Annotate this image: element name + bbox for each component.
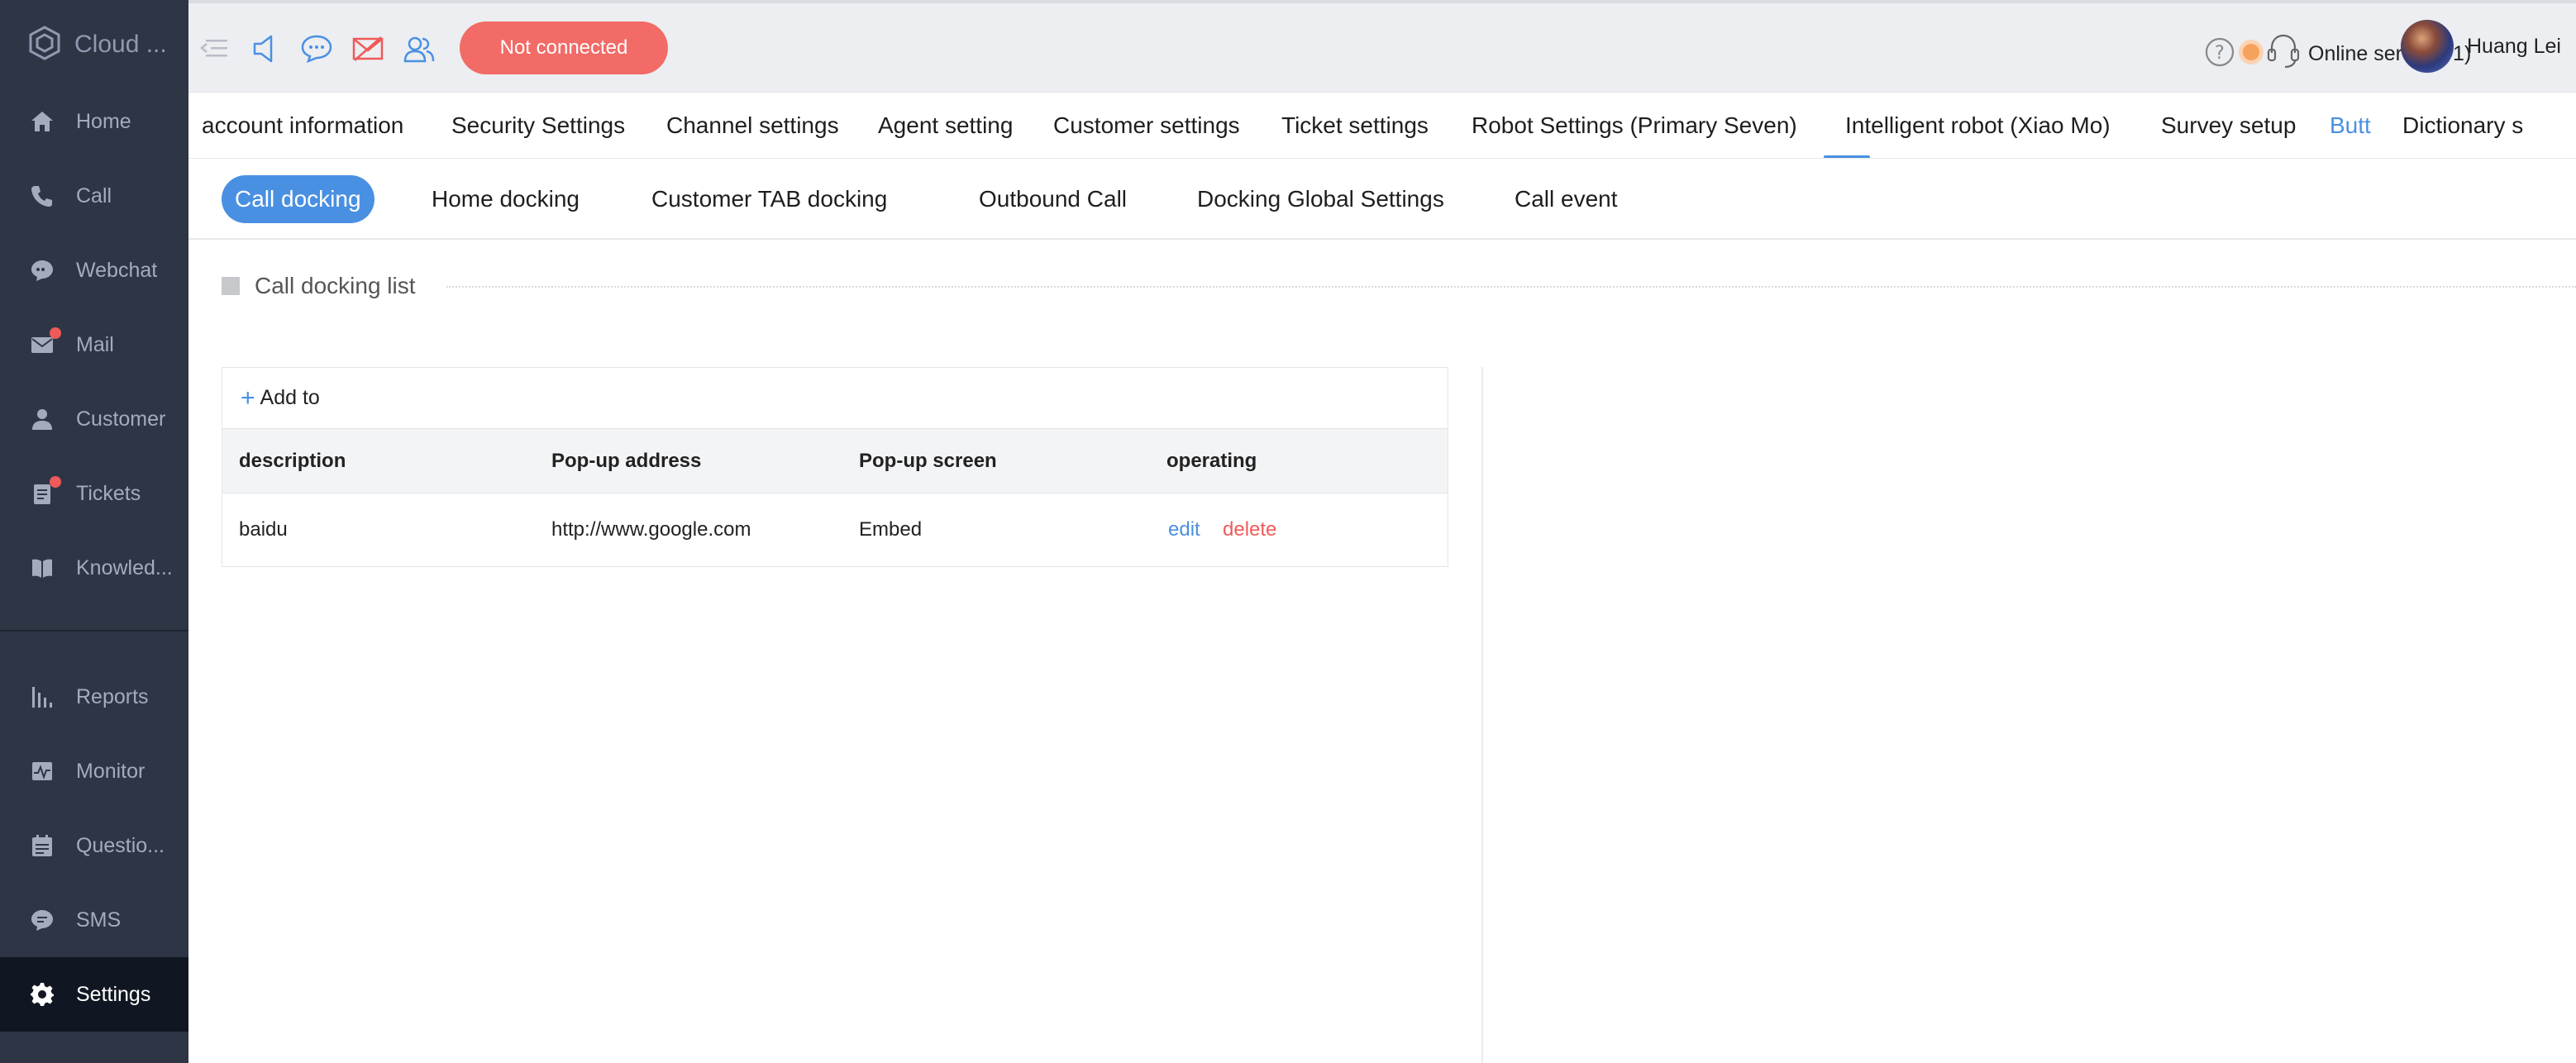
avatar[interactable] — [2401, 20, 2454, 73]
sidebar-item-sms[interactable]: SMS — [0, 883, 188, 957]
tab-dictionary-settings[interactable]: Dictionary s — [2402, 93, 2523, 158]
sidebar-item-label: Home — [76, 109, 131, 133]
edit-link[interactable]: edit — [1168, 518, 1200, 541]
tab-button-docking[interactable]: Butt — [2330, 93, 2371, 158]
gear-icon — [28, 980, 56, 1008]
chat-bubble-icon — [28, 256, 56, 284]
tab-ticket-settings[interactable]: Ticket settings — [1281, 93, 1429, 158]
settings-tabs: account information Security Settings Ch… — [188, 93, 2576, 159]
sidebar-item-label: Questio... — [76, 833, 165, 857]
pulse-icon — [28, 757, 56, 785]
mail-disabled-icon[interactable] — [351, 31, 385, 66]
sidebar-divider — [0, 630, 188, 632]
tab-robot-settings[interactable]: Robot Settings (Primary Seven) — [1472, 93, 1797, 158]
tab-survey-setup[interactable]: Survey setup — [2161, 93, 2296, 158]
tab-agent-setting[interactable]: Agent setting — [878, 93, 1013, 158]
sidebar-item-monitor[interactable]: Monitor — [0, 734, 188, 808]
sidebar-item-label: Tickets — [76, 481, 141, 505]
user-menu[interactable]: Huang Lei — [2401, 20, 2561, 73]
sidebar: Cloud ... Home Call Webchat Mail Custome… — [0, 0, 188, 1063]
notification-dot — [50, 476, 61, 488]
mail-icon — [28, 327, 61, 359]
sidebar-item-reports[interactable]: Reports — [0, 660, 188, 734]
sidebar-item-webchat[interactable]: Webchat — [0, 233, 188, 307]
headset-icon — [2265, 31, 2302, 77]
sidebar-item-knowledge[interactable]: Knowled... — [0, 531, 188, 605]
clipboard-icon — [28, 476, 61, 508]
sidebar-item-label: Mail — [76, 332, 114, 356]
sidebar-item-label: Settings — [76, 982, 151, 1006]
section-marker-icon — [222, 277, 240, 295]
tab-security-settings[interactable]: Security Settings — [451, 93, 625, 158]
sidebar-item-call[interactable]: Call — [0, 159, 188, 233]
sidebar-item-home[interactable]: Home — [0, 84, 188, 159]
chat-icon[interactable] — [299, 31, 334, 66]
tab-account-information[interactable]: account information — [202, 93, 403, 158]
bar-chart-icon — [28, 683, 56, 711]
status-indicator-icon — [2237, 38, 2265, 70]
users-icon[interactable] — [402, 31, 436, 66]
sidebar-item-tickets[interactable]: Tickets — [0, 456, 188, 531]
sidebar-item-label: Reports — [76, 684, 149, 708]
call-docking-table: + Add to description Pop-up address Pop-… — [222, 367, 1448, 567]
cell-popup-address: http://www.google.com — [551, 518, 751, 541]
brand[interactable]: Cloud ... — [0, 0, 188, 89]
subtab-home-docking[interactable]: Home docking — [418, 175, 593, 223]
column-header-popup-screen: Pop-up screen — [859, 449, 997, 472]
speaker-icon[interactable] — [248, 31, 283, 66]
docking-subtabs: Call docking Home docking Customer TAB d… — [188, 159, 2576, 240]
cloud-logo-icon — [28, 25, 61, 64]
user-icon — [28, 405, 56, 433]
brand-name: Cloud ... — [74, 31, 167, 58]
add-button[interactable]: + Add to — [222, 368, 1448, 429]
plus-icon: + — [241, 384, 255, 412]
column-header-operating: operating — [1166, 449, 1257, 472]
cell-popup-screen: Embed — [859, 518, 923, 541]
tab-channel-settings[interactable]: Channel settings — [666, 93, 839, 158]
section-title: Call docking list — [255, 273, 416, 298]
sidebar-item-label: Call — [76, 184, 112, 207]
delete-link[interactable]: delete — [1223, 518, 1276, 541]
sidebar-item-questionnaire[interactable]: Questio... — [0, 808, 188, 883]
tab-intelligent-robot[interactable]: Intelligent robot (Xiao Mo) — [1845, 93, 2111, 158]
cell-description: baidu — [239, 518, 288, 541]
section-header: Call docking list — [222, 273, 416, 299]
subtab-call-docking[interactable]: Call docking — [222, 175, 374, 223]
notification-dot — [50, 327, 61, 339]
tab-customer-settings[interactable]: Customer settings — [1053, 93, 1240, 158]
sidebar-item-label: Knowled... — [76, 555, 173, 579]
column-header-description: description — [239, 449, 346, 472]
sidebar-item-customer[interactable]: Customer — [0, 382, 188, 456]
subtab-docking-global-settings[interactable]: Docking Global Settings — [1184, 175, 1457, 223]
help-icon[interactable]: ? — [2204, 36, 2235, 72]
home-icon — [28, 107, 56, 136]
add-button-label: Add to — [260, 386, 320, 409]
connection-status-button[interactable]: Not connected — [460, 21, 668, 74]
book-icon — [28, 554, 56, 582]
sidebar-item-mail[interactable]: Mail — [0, 307, 188, 382]
sidebar-item-label: Customer — [76, 407, 166, 431]
svg-text:?: ? — [2215, 43, 2225, 64]
collapse-menu-icon[interactable] — [197, 31, 231, 66]
column-header-popup-address: Pop-up address — [551, 449, 702, 472]
user-name: Huang Lei — [2467, 34, 2561, 58]
subtab-customer-tab-docking[interactable]: Customer TAB docking — [638, 175, 900, 223]
sms-icon — [28, 906, 56, 934]
phone-icon — [28, 182, 56, 210]
panel-divider — [1481, 367, 1483, 1063]
top-bar: Not connected ? Online service(-1) Huang… — [188, 0, 2576, 93]
table-row: baidu http://www.google.com Embed edit d… — [222, 493, 1448, 566]
subtab-call-event[interactable]: Call event — [1501, 175, 1631, 223]
sidebar-item-label: SMS — [76, 908, 122, 932]
sidebar-item-label: Monitor — [76, 759, 145, 783]
subtab-outbound-call[interactable]: Outbound Call — [966, 175, 1140, 223]
section-divider — [446, 286, 2576, 288]
table-header: description Pop-up address Pop-up screen… — [222, 429, 1448, 493]
sidebar-item-settings[interactable]: Settings — [0, 957, 188, 1032]
sidebar-item-label: Webchat — [76, 258, 158, 282]
calendar-icon — [28, 832, 56, 860]
